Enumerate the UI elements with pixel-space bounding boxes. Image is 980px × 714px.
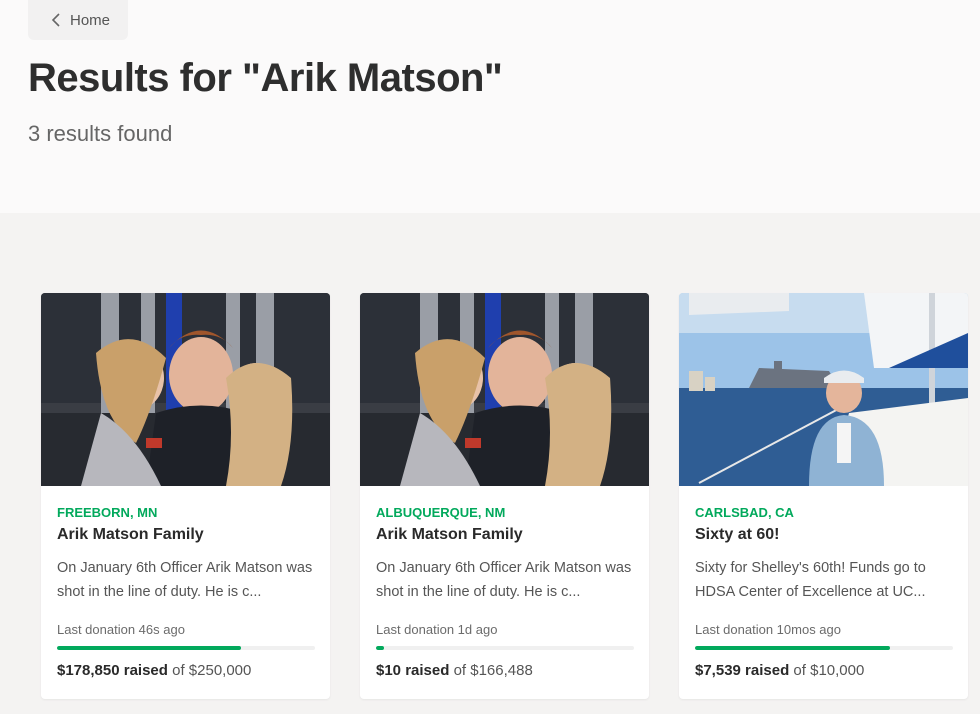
- card-location: CARLSBAD, CA: [695, 505, 794, 520]
- page-title: Results for "Arik Matson": [28, 56, 503, 100]
- family-photo: [360, 293, 649, 486]
- goal-value: of $10,000: [793, 662, 865, 679]
- goal-value: of $166,488: [453, 662, 533, 679]
- card-title: Arik Matson Family: [376, 526, 523, 543]
- raised-value: $7,539 raised: [695, 662, 790, 679]
- card-title: Sixty at 60!: [695, 526, 780, 543]
- page-header: Home Results for "Arik Matson" 3 results…: [0, 0, 980, 213]
- results-section: FREEBORN, MN Arik Matson Family On Janua…: [0, 213, 980, 714]
- progress-fill: [376, 646, 384, 650]
- card-description: Sixty for Shelley's 60th! Funds go to HD…: [695, 560, 926, 600]
- raised-value: $178,850 raised: [57, 662, 168, 679]
- results-count: 3 results found: [28, 121, 173, 146]
- progress-bar: [376, 646, 634, 650]
- raised-amount: $178,850 raised of $250,000: [57, 662, 251, 679]
- last-donation: Last donation 1d ago: [376, 622, 498, 637]
- progress-bar: [57, 646, 315, 650]
- family-photo: [41, 293, 330, 486]
- card-title: Arik Matson Family: [57, 526, 204, 543]
- fundraiser-card[interactable]: CARLSBAD, CA Sixty at 60! Sixty for Shel…: [679, 293, 968, 699]
- card-location: FREEBORN, MN: [57, 505, 158, 520]
- sailboat-photo: [679, 293, 968, 486]
- home-button[interactable]: Home: [28, 0, 128, 40]
- goal-value: of $250,000: [172, 662, 252, 679]
- raised-amount: $10 raised of $166,488: [376, 662, 533, 679]
- progress-fill: [695, 646, 890, 650]
- card-description: On January 6th Officer Arik Matson was s…: [57, 560, 313, 600]
- last-donation: Last donation 10mos ago: [695, 622, 841, 637]
- raised-amount: $7,539 raised of $10,000: [695, 662, 864, 679]
- last-donation: Last donation 46s ago: [57, 622, 185, 637]
- progress-fill: [57, 646, 242, 650]
- chevron-left-icon: [48, 12, 64, 28]
- home-label: Home: [70, 11, 111, 29]
- progress-bar: [695, 646, 953, 650]
- card-description: On January 6th Officer Arik Matson was s…: [376, 560, 632, 600]
- fundraiser-card[interactable]: ALBUQUERQUE, NM Arik Matson Family On Ja…: [360, 293, 649, 699]
- card-location: ALBUQUERQUE, NM: [376, 505, 506, 520]
- fundraiser-card[interactable]: FREEBORN, MN Arik Matson Family On Janua…: [41, 293, 330, 699]
- raised-value: $10 raised: [376, 662, 450, 679]
